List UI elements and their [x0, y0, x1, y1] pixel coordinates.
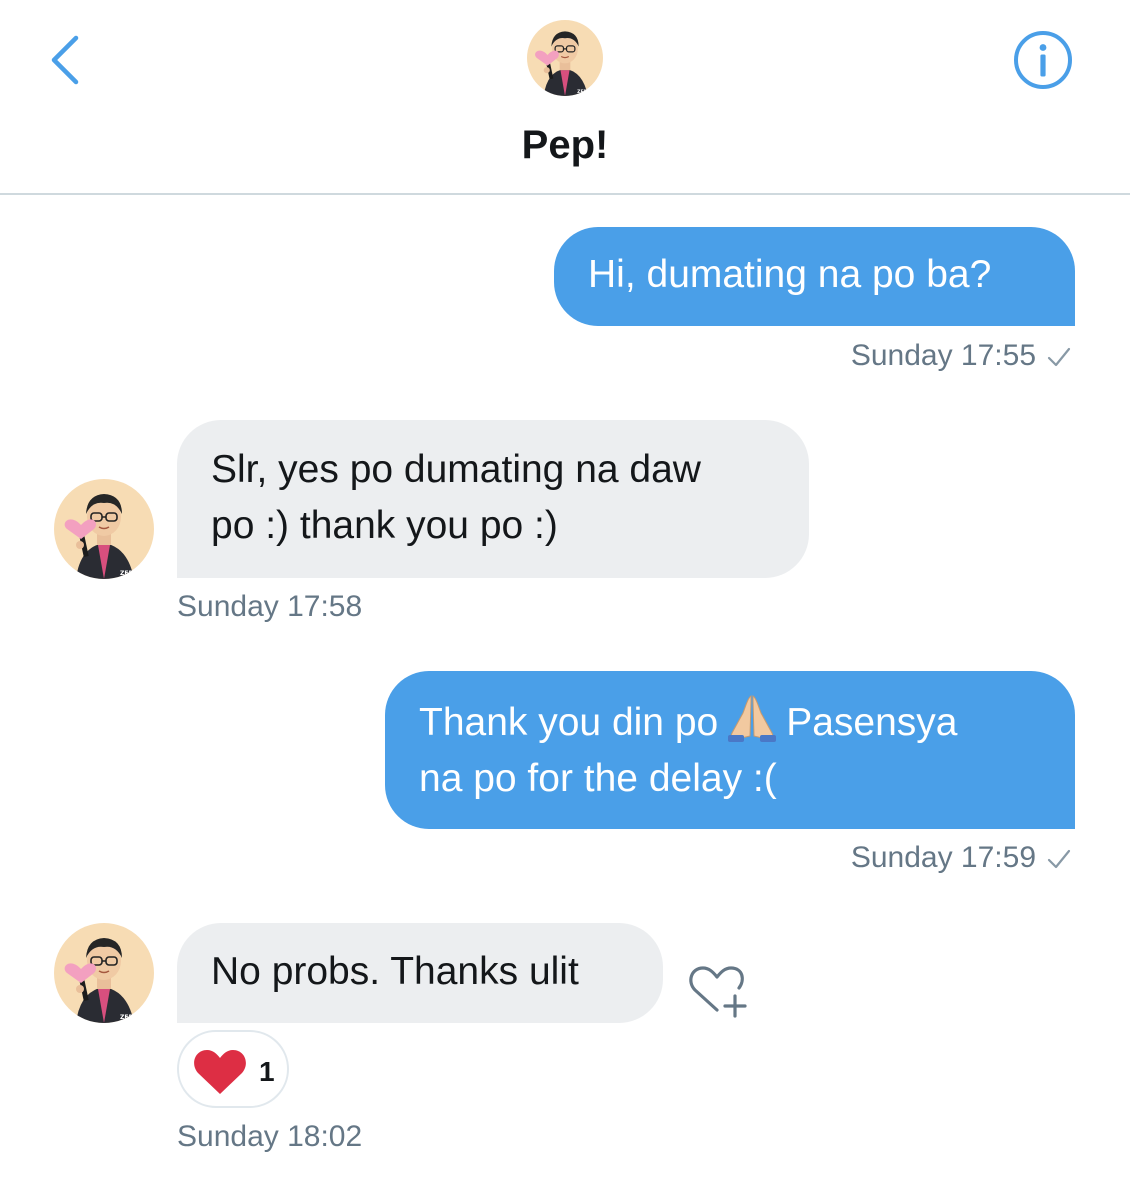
contact-avatar[interactable]: [527, 20, 603, 96]
conversation-header: Pep!: [0, 0, 1130, 195]
message-text-line: na po for the delay :(: [419, 757, 777, 800]
message-text-line: Thank you din po Pasensya: [419, 693, 1041, 751]
message-timestamp: Sunday 18:02: [177, 1120, 363, 1153]
folded-hands-emoji: [728, 695, 777, 742]
message-text: Hi, dumating na po ba?: [588, 253, 992, 296]
incoming-message-bubble[interactable]: No probs. Thanks ulit: [177, 923, 663, 1023]
message-timestamp: Sunday 17:58: [177, 590, 363, 623]
outgoing-message-bubble[interactable]: Thank you din po Pasensya na po for the …: [385, 671, 1075, 829]
info-circle-icon: [1014, 31, 1072, 89]
heart-icon: [194, 1050, 246, 1094]
back-button[interactable]: [40, 28, 100, 88]
message-text-line: po :) thank you po :): [211, 504, 558, 547]
heart-add-icon: [689, 966, 747, 1018]
sender-avatar[interactable]: [54, 923, 154, 1023]
check-icon: [1047, 849, 1071, 869]
add-reaction-button[interactable]: [683, 962, 753, 1022]
info-button[interactable]: [1012, 29, 1074, 91]
sender-avatar[interactable]: [54, 479, 154, 579]
message-text: No probs. Thanks ulit: [211, 950, 579, 993]
message-text-line: Slr, yes po dumating na daw: [211, 448, 701, 491]
check-icon: [1047, 347, 1071, 367]
message-timestamp: Sunday 17:59: [851, 841, 1072, 875]
reaction-pill[interactable]: 1: [177, 1030, 289, 1108]
chevron-left-icon: [51, 35, 79, 85]
reaction-count: 1: [259, 1056, 275, 1087]
message-timestamp: Sunday 17:55: [851, 339, 1072, 373]
incoming-message-bubble[interactable]: Slr, yes po dumating na daw po :) thank …: [177, 420, 809, 578]
conversation-title[interactable]: Pep!: [0, 123, 1130, 168]
outgoing-message-bubble[interactable]: Hi, dumating na po ba?: [554, 227, 1075, 326]
